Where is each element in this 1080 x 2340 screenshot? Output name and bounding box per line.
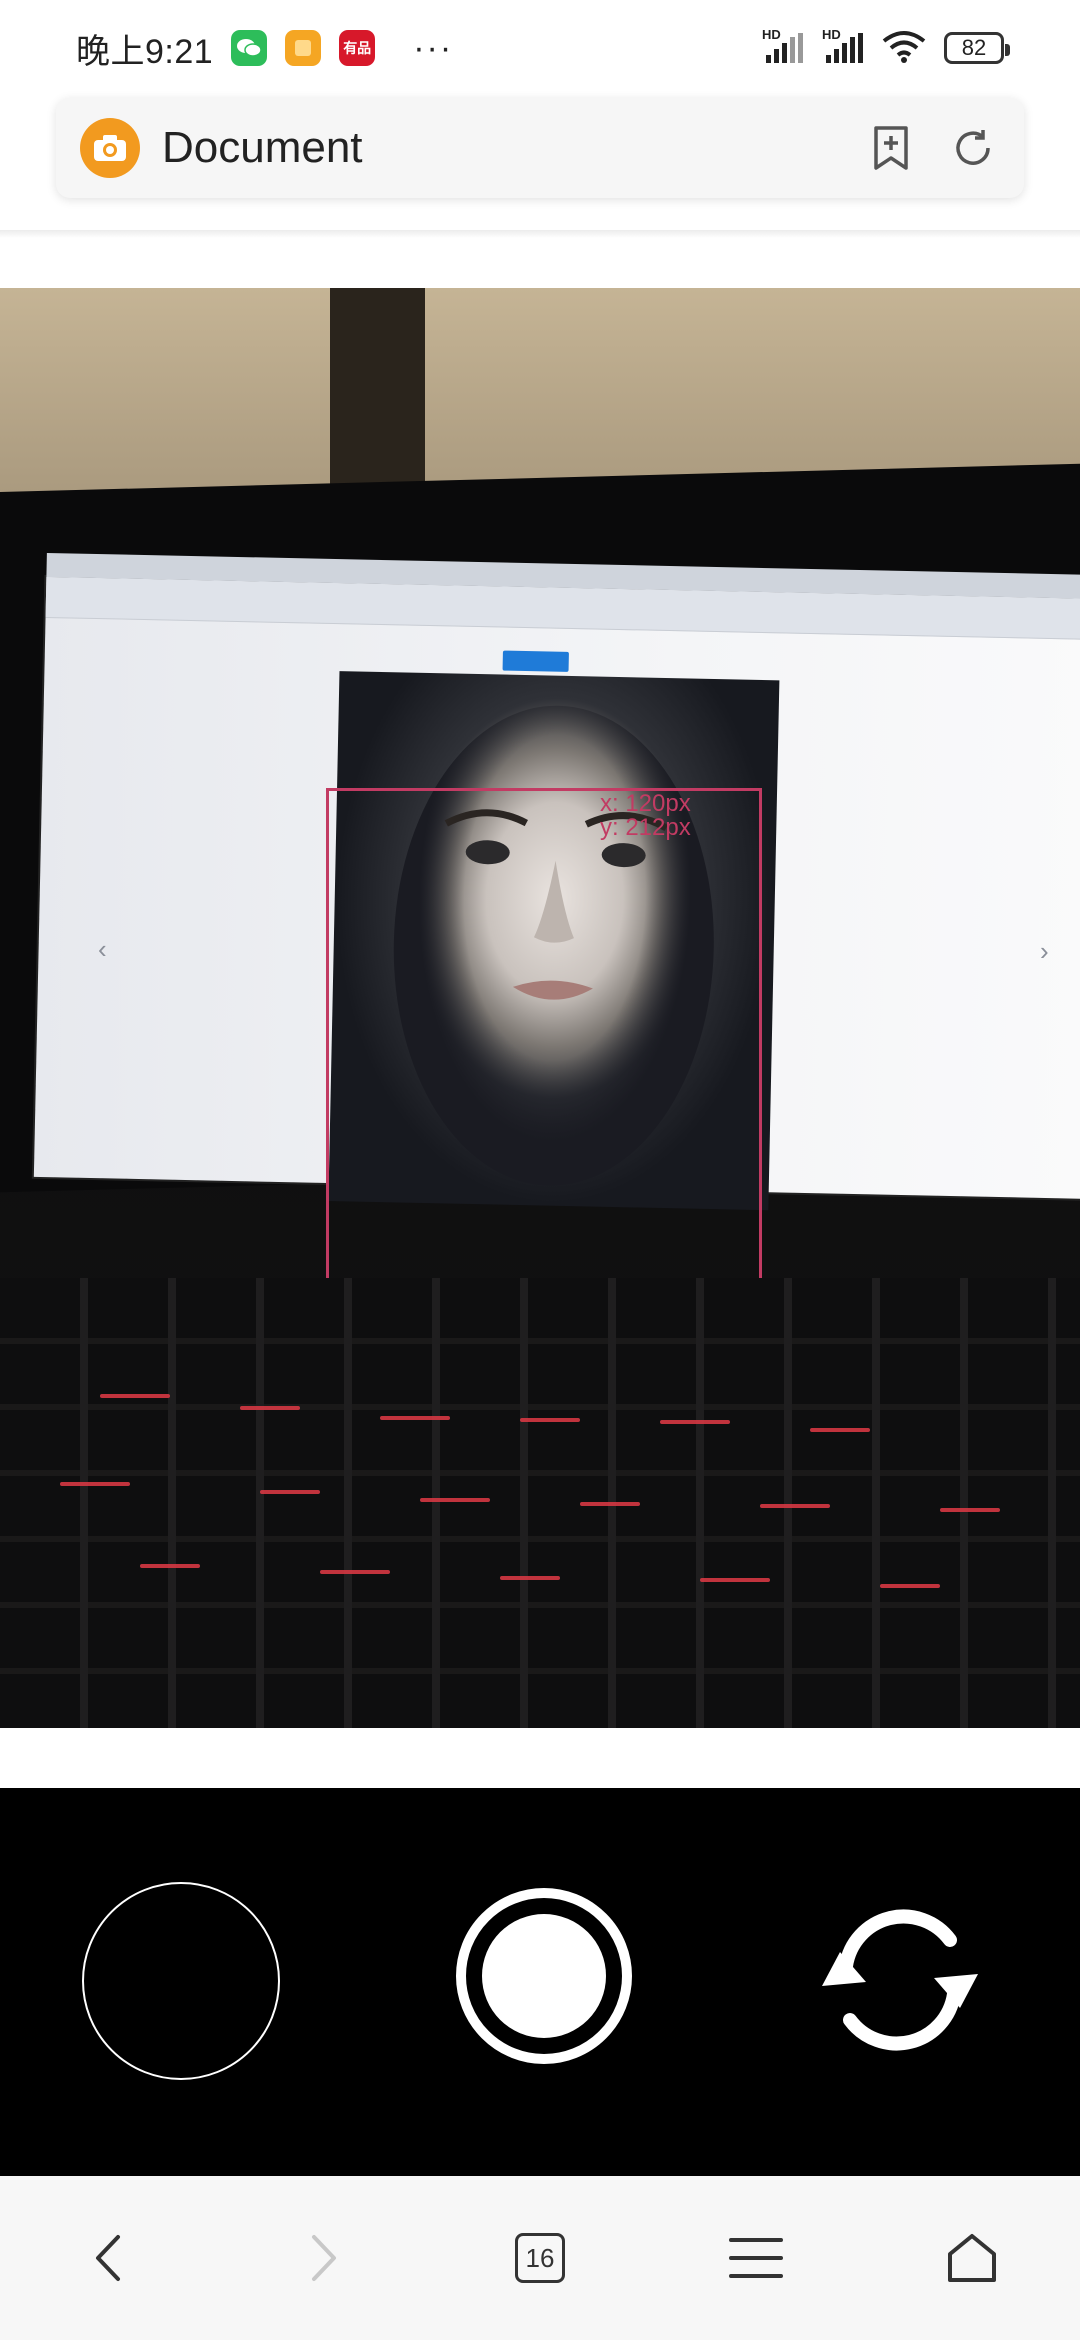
address-bar-divider [0, 230, 1080, 238]
notes-icon [285, 30, 322, 66]
tabs-count: 16 [515, 2233, 565, 2283]
camera-icon [80, 118, 140, 178]
coord-y-label: y: 212px [600, 814, 691, 841]
screen-prev-arrow: ‹ [98, 934, 107, 964]
tabs-icon[interactable]: 16 [495, 2213, 585, 2303]
address-bar[interactable]: Document [56, 98, 1024, 198]
hd-label-1: HD [762, 27, 781, 42]
background-frame [330, 288, 425, 498]
home-icon[interactable] [927, 2213, 1017, 2303]
detection-coordinates: x: 120px y: 212px [600, 792, 691, 840]
battery-indicator: 82 [944, 32, 1010, 64]
shop-icon: 有品 [339, 30, 376, 66]
gallery-button[interactable] [82, 1882, 280, 2080]
more-notifications-icon: ··· [413, 29, 454, 67]
shutter-button[interactable] [456, 1888, 632, 2064]
hd-label-2: HD [822, 27, 841, 42]
bookmark-add-icon[interactable] [864, 121, 918, 175]
signal-icon-1: HD [762, 27, 804, 65]
reload-icon[interactable] [946, 121, 1000, 175]
status-bar: 晚上9:21 有品 ··· HD HD 82 [0, 0, 1080, 96]
shutter-inner [482, 1914, 606, 2038]
menu-icon[interactable] [711, 2213, 801, 2303]
search-button [502, 650, 569, 672]
signal-icon-2: HD [822, 27, 864, 65]
forward-icon[interactable] [279, 2213, 369, 2303]
wechat-icon [231, 30, 268, 66]
status-right: HD HD 82 [762, 27, 1010, 68]
screen-next-arrow: › [1040, 936, 1049, 966]
switch-camera-icon [822, 1909, 978, 2051]
page-title: Document [162, 123, 363, 172]
camera-preview: x: 120px y: 212px ‹ › [0, 288, 1080, 1728]
back-icon[interactable] [63, 2213, 153, 2303]
coord-x-label: x: 120px [600, 790, 691, 817]
bottom-nav: 16 [0, 2176, 1080, 2340]
clock: 晚上9:21 [76, 32, 214, 71]
status-left: 晚上9:21 有品 ··· [76, 24, 453, 73]
switch-camera-button[interactable] [800, 1880, 1000, 2080]
wifi-icon [882, 29, 926, 68]
laptop-keyboard [0, 1278, 1080, 1728]
camera-controls [0, 1788, 1080, 2176]
